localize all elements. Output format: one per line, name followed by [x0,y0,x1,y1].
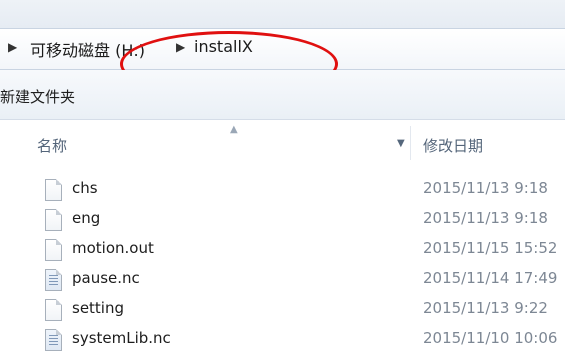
chevron-right-icon[interactable]: ▶ [176,40,185,54]
file-name: chs [72,179,98,197]
chevron-down-icon[interactable]: ▼ [397,138,405,149]
text-file-icon [45,329,62,351]
blank-file-icon [45,239,62,261]
list-item[interactable]: chs 2015/11/13 9:18 [0,176,565,206]
file-name: setting [72,299,125,317]
blank-file-icon [45,299,62,321]
list-item[interactable]: systemLib.nc 2015/11/10 10:06 [0,326,565,356]
list-item[interactable]: motion.out 2015/11/15 15:52 [0,236,565,266]
file-modified-date: 2015/11/15 15:52 [423,239,558,257]
file-name: eng [72,209,101,227]
address-bar[interactable]: ▶ 可移动磁盘 (H:) ▶ installX [0,28,565,70]
column-divider[interactable] [410,126,411,160]
new-folder-button[interactable]: 新建文件夹 [0,86,75,107]
toolbar: 新建文件夹 [0,70,565,120]
column-header-row: 名称 ▲ ▼ 修改日期 [0,120,565,166]
file-name: systemLib.nc [72,329,171,347]
list-item[interactable]: setting 2015/11/13 9:22 [0,296,565,326]
blank-file-icon [45,209,62,231]
title-strip [0,0,565,28]
sort-arrow-icon: ▲ [230,124,238,135]
breadcrumb-folder[interactable]: installX [194,37,253,56]
column-header-date[interactable]: 修改日期 [423,135,483,156]
text-file-icon [45,269,62,291]
list-item[interactable]: eng 2015/11/13 9:18 [0,206,565,236]
file-modified-date: 2015/11/13 9:18 [423,179,548,197]
file-modified-date: 2015/11/10 10:06 [423,329,558,347]
list-item[interactable]: pause.nc 2015/11/14 17:49 [0,266,565,296]
chevron-right-icon[interactable]: ▶ [8,40,17,54]
file-modified-date: 2015/11/14 17:49 [423,269,558,287]
breadcrumb-drive[interactable]: 可移动磁盘 (H:) [30,37,145,61]
file-modified-date: 2015/11/13 9:18 [423,209,548,227]
file-name: motion.out [72,239,154,257]
file-name: pause.nc [72,269,140,287]
file-modified-date: 2015/11/13 9:22 [423,299,548,317]
blank-file-icon [45,179,62,201]
explorer-window: ▶ 可移动磁盘 (H:) ▶ installX 新建文件夹 名称 ▲ ▼ 修改日… [0,0,565,362]
column-header-name[interactable]: 名称 [37,135,67,156]
